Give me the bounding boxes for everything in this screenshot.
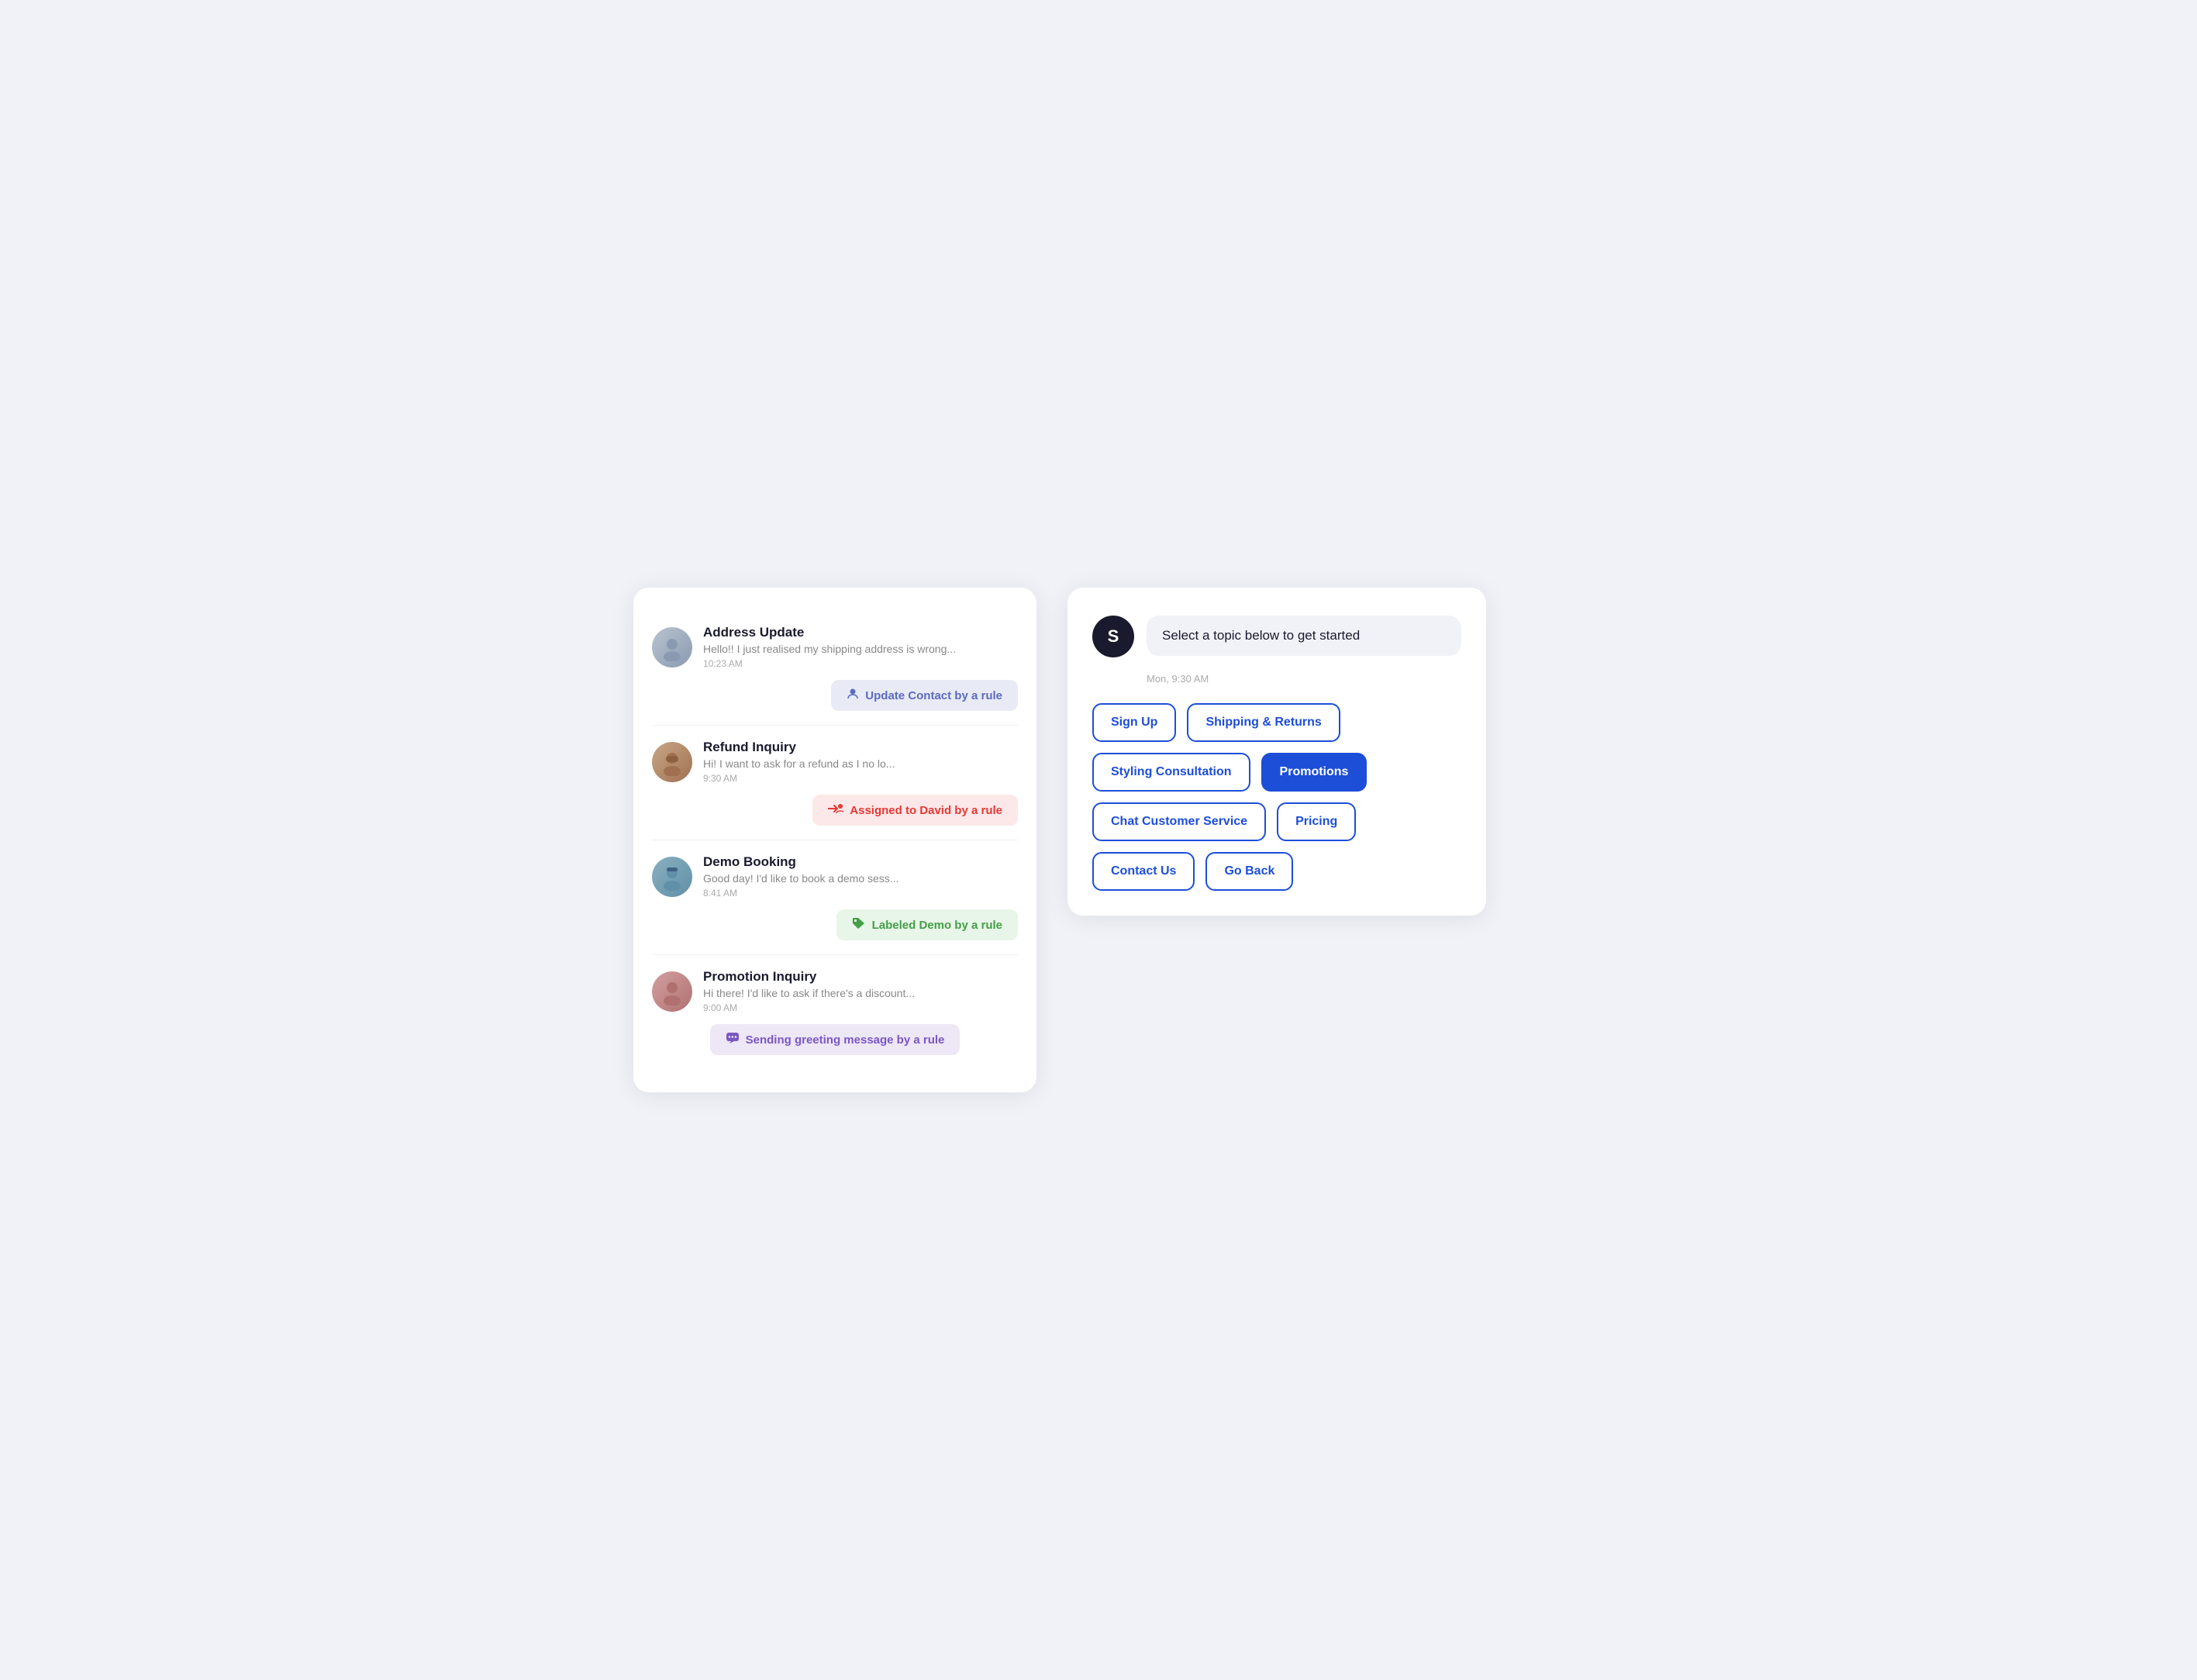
conv-preview: Hi there! I'd like to ask if there's a d… [703, 987, 1018, 999]
rule-badge-greeting: Sending greeting message by a rule [710, 1024, 961, 1055]
badge-text: Labeled Demo by a rule [872, 919, 1002, 932]
conv-info: Refund Inquiry Hi! I want to ask for a r… [703, 740, 1018, 784]
conv-header: Demo Booking Good day! I'd like to book … [652, 854, 1018, 899]
conv-time: 9:30 AM [703, 773, 1018, 784]
rule-badge-assign-david: Assigned to David by a rule [812, 795, 1018, 826]
conv-title: Address Update [703, 625, 1018, 640]
conversations-panel: Address Update Hello!! I just realised m… [633, 588, 1036, 1092]
badge-text: Assigned to David by a rule [850, 804, 1002, 817]
conv-header: Address Update Hello!! I just realised m… [652, 625, 1018, 669]
topic-go-back[interactable]: Go Back [1205, 852, 1293, 891]
conv-time: 9:00 AM [703, 1002, 1018, 1013]
conversation-demo-booking[interactable]: Demo Booking Good day! I'd like to book … [652, 840, 1018, 955]
topic-grid: Sign Up Shipping & Returns Styling Consu… [1092, 703, 1461, 891]
bot-avatar: S [1092, 616, 1134, 657]
avatar [652, 742, 692, 782]
user-icon [847, 688, 859, 703]
conv-header: Promotion Inquiry Hi there! I'd like to … [652, 969, 1018, 1013]
topic-promotions[interactable]: Promotions [1261, 753, 1368, 792]
conv-preview: Good day! I'd like to book a demo sess..… [703, 872, 1018, 885]
topic-row-1: Sign Up Shipping & Returns [1092, 703, 1461, 742]
conv-info: Demo Booking Good day! I'd like to book … [703, 854, 1018, 899]
conv-info: Promotion Inquiry Hi there! I'd like to … [703, 969, 1018, 1013]
topic-shipping-returns[interactable]: Shipping & Returns [1187, 703, 1340, 742]
bot-panel: S Select a topic below to get started Mo… [1067, 588, 1486, 916]
conversation-refund-inquiry[interactable]: Refund Inquiry Hi! I want to ask for a r… [652, 726, 1018, 840]
main-container: Address Update Hello!! I just realised m… [633, 588, 1564, 1092]
topic-row-4: Contact Us Go Back [1092, 852, 1461, 891]
topic-row-3: Chat Customer Service Pricing [1092, 802, 1461, 841]
conv-preview: Hello!! I just realised my shipping addr… [703, 643, 1018, 655]
topic-styling-consultation[interactable]: Styling Consultation [1092, 753, 1250, 792]
topic-chat-customer-service[interactable]: Chat Customer Service [1092, 802, 1266, 841]
bot-timestamp: Mon, 9:30 AM [1147, 673, 1461, 685]
tag-icon [852, 917, 866, 933]
badge-text: Sending greeting message by a rule [746, 1033, 945, 1047]
badge-text: Update Contact by a rule [865, 689, 1002, 702]
avatar [652, 857, 692, 897]
bot-message-bubble: Select a topic below to get started [1147, 616, 1461, 656]
conv-info: Address Update Hello!! I just realised m… [703, 625, 1018, 669]
avatar [652, 627, 692, 668]
conv-title: Demo Booking [703, 854, 1018, 870]
topic-sign-up[interactable]: Sign Up [1092, 703, 1176, 742]
arrow-user-icon [828, 802, 843, 818]
topic-pricing[interactable]: Pricing [1277, 802, 1356, 841]
chat-icon [726, 1032, 740, 1047]
avatar [652, 971, 692, 1012]
rule-badge-label-demo: Labeled Demo by a rule [836, 909, 1018, 940]
conv-time: 10:23 AM [703, 658, 1018, 669]
conv-title: Promotion Inquiry [703, 969, 1018, 985]
topic-contact-us[interactable]: Contact Us [1092, 852, 1195, 891]
conv-preview: Hi! I want to ask for a refund as I no l… [703, 757, 1018, 770]
conv-title: Refund Inquiry [703, 740, 1018, 755]
topic-row-2: Styling Consultation Promotions [1092, 753, 1461, 792]
conversation-address-update[interactable]: Address Update Hello!! I just realised m… [652, 611, 1018, 726]
conv-header: Refund Inquiry Hi! I want to ask for a r… [652, 740, 1018, 784]
conversation-promotion-inquiry[interactable]: Promotion Inquiry Hi there! I'd like to … [652, 955, 1018, 1069]
rule-badge-update-contact: Update Contact by a rule [831, 680, 1018, 711]
bot-header: S Select a topic below to get started [1092, 616, 1461, 657]
conv-time: 8:41 AM [703, 888, 1018, 899]
